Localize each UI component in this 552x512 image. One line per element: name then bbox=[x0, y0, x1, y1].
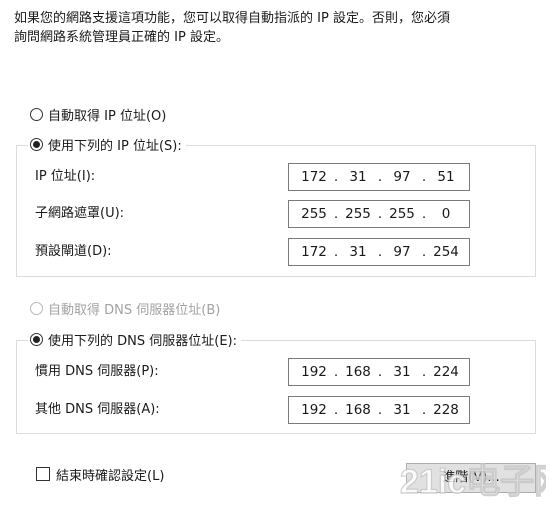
advanced-button[interactable]: 進階(V)... bbox=[406, 463, 536, 493]
ip-octet: 172 bbox=[301, 169, 327, 185]
ip-address-label: IP 位址(I): bbox=[35, 169, 96, 184]
radio-circle-icon bbox=[30, 107, 43, 121]
ip-octet: 0 bbox=[441, 206, 451, 222]
ip-octet: 168 bbox=[345, 364, 371, 380]
radio-selected-icon bbox=[30, 137, 43, 151]
subnet-mask-input[interactable]: 255 . 255 . 255 . 0 bbox=[288, 200, 470, 228]
dns-manual-label: 使用下列的 DNS 伺服器位址(E): bbox=[48, 333, 237, 349]
ip-address-input[interactable]: 172 . 31 . 97 . 51 bbox=[288, 163, 470, 191]
validate-settings-label: 結束時確認設定(L) bbox=[56, 468, 165, 484]
ip-octet: 228 bbox=[433, 402, 459, 418]
ip-manual-radio[interactable]: 使用下列的 IP 位址(S): bbox=[28, 134, 186, 154]
ip-octet: 255 bbox=[345, 206, 371, 222]
validate-settings-checkbox[interactable]: 結束時確認設定(L) bbox=[36, 464, 164, 484]
ip-auto-radio[interactable]: 自動取得 IP 位址(O) bbox=[30, 104, 166, 124]
preferred-dns-label: 慣用 DNS 伺服器(P): bbox=[35, 364, 159, 379]
ip-octet: 31 bbox=[393, 364, 411, 380]
description-line-1: 如果您的網路支援這項功能，您可以取得自動指派的 IP 設定。否則，您必須 bbox=[14, 11, 450, 26]
ip-octet: 192 bbox=[301, 364, 327, 380]
dns-manual-radio[interactable]: 使用下列的 DNS 伺服器位址(E): bbox=[28, 329, 241, 349]
ip-octet: 254 bbox=[433, 244, 459, 260]
alternate-dns-label: 其他 DNS 伺服器(A): bbox=[35, 402, 160, 417]
ip-octet: 31 bbox=[349, 244, 367, 260]
ip-octet: 168 bbox=[345, 402, 371, 418]
subnet-mask-label: 子網路遮罩(U): bbox=[35, 206, 125, 221]
ip-octet: 172 bbox=[301, 244, 327, 260]
default-gateway-input[interactable]: 172 . 31 . 97 . 254 bbox=[288, 238, 470, 266]
ip-octet: 192 bbox=[301, 402, 327, 418]
description-line-2: 詢問網路系統管理員正確的 IP 設定。 bbox=[14, 30, 229, 45]
default-gateway-label: 預設閘道(D): bbox=[35, 244, 112, 259]
ip-octet: 255 bbox=[301, 206, 327, 222]
radio-circle-icon bbox=[30, 301, 43, 315]
alternate-dns-input[interactable]: 192 . 168 . 31 . 228 bbox=[288, 396, 470, 424]
ip-octet: 224 bbox=[433, 364, 459, 380]
ip-octet: 255 bbox=[389, 206, 415, 222]
ip-auto-label: 自動取得 IP 位址(O) bbox=[48, 108, 167, 124]
ip-octet: 97 bbox=[393, 169, 411, 185]
ip-octet: 97 bbox=[393, 244, 411, 260]
dns-auto-radio[interactable]: 自動取得 DNS 伺服器位址(B) bbox=[30, 298, 220, 318]
dns-auto-label: 自動取得 DNS 伺服器位址(B) bbox=[48, 302, 221, 318]
description-text: 如果您的網路支援這項功能，您可以取得自動指派的 IP 設定。否則，您必須 詢問網… bbox=[14, 9, 544, 47]
ip-octet: 31 bbox=[393, 402, 411, 418]
ip-octet: 51 bbox=[437, 169, 455, 185]
radio-selected-icon bbox=[30, 332, 43, 346]
ip-octet: 31 bbox=[349, 169, 367, 185]
ip-manual-label: 使用下列的 IP 位址(S): bbox=[48, 138, 182, 154]
preferred-dns-input[interactable]: 192 . 168 . 31 . 224 bbox=[288, 358, 470, 386]
checkbox-icon bbox=[36, 467, 50, 481]
